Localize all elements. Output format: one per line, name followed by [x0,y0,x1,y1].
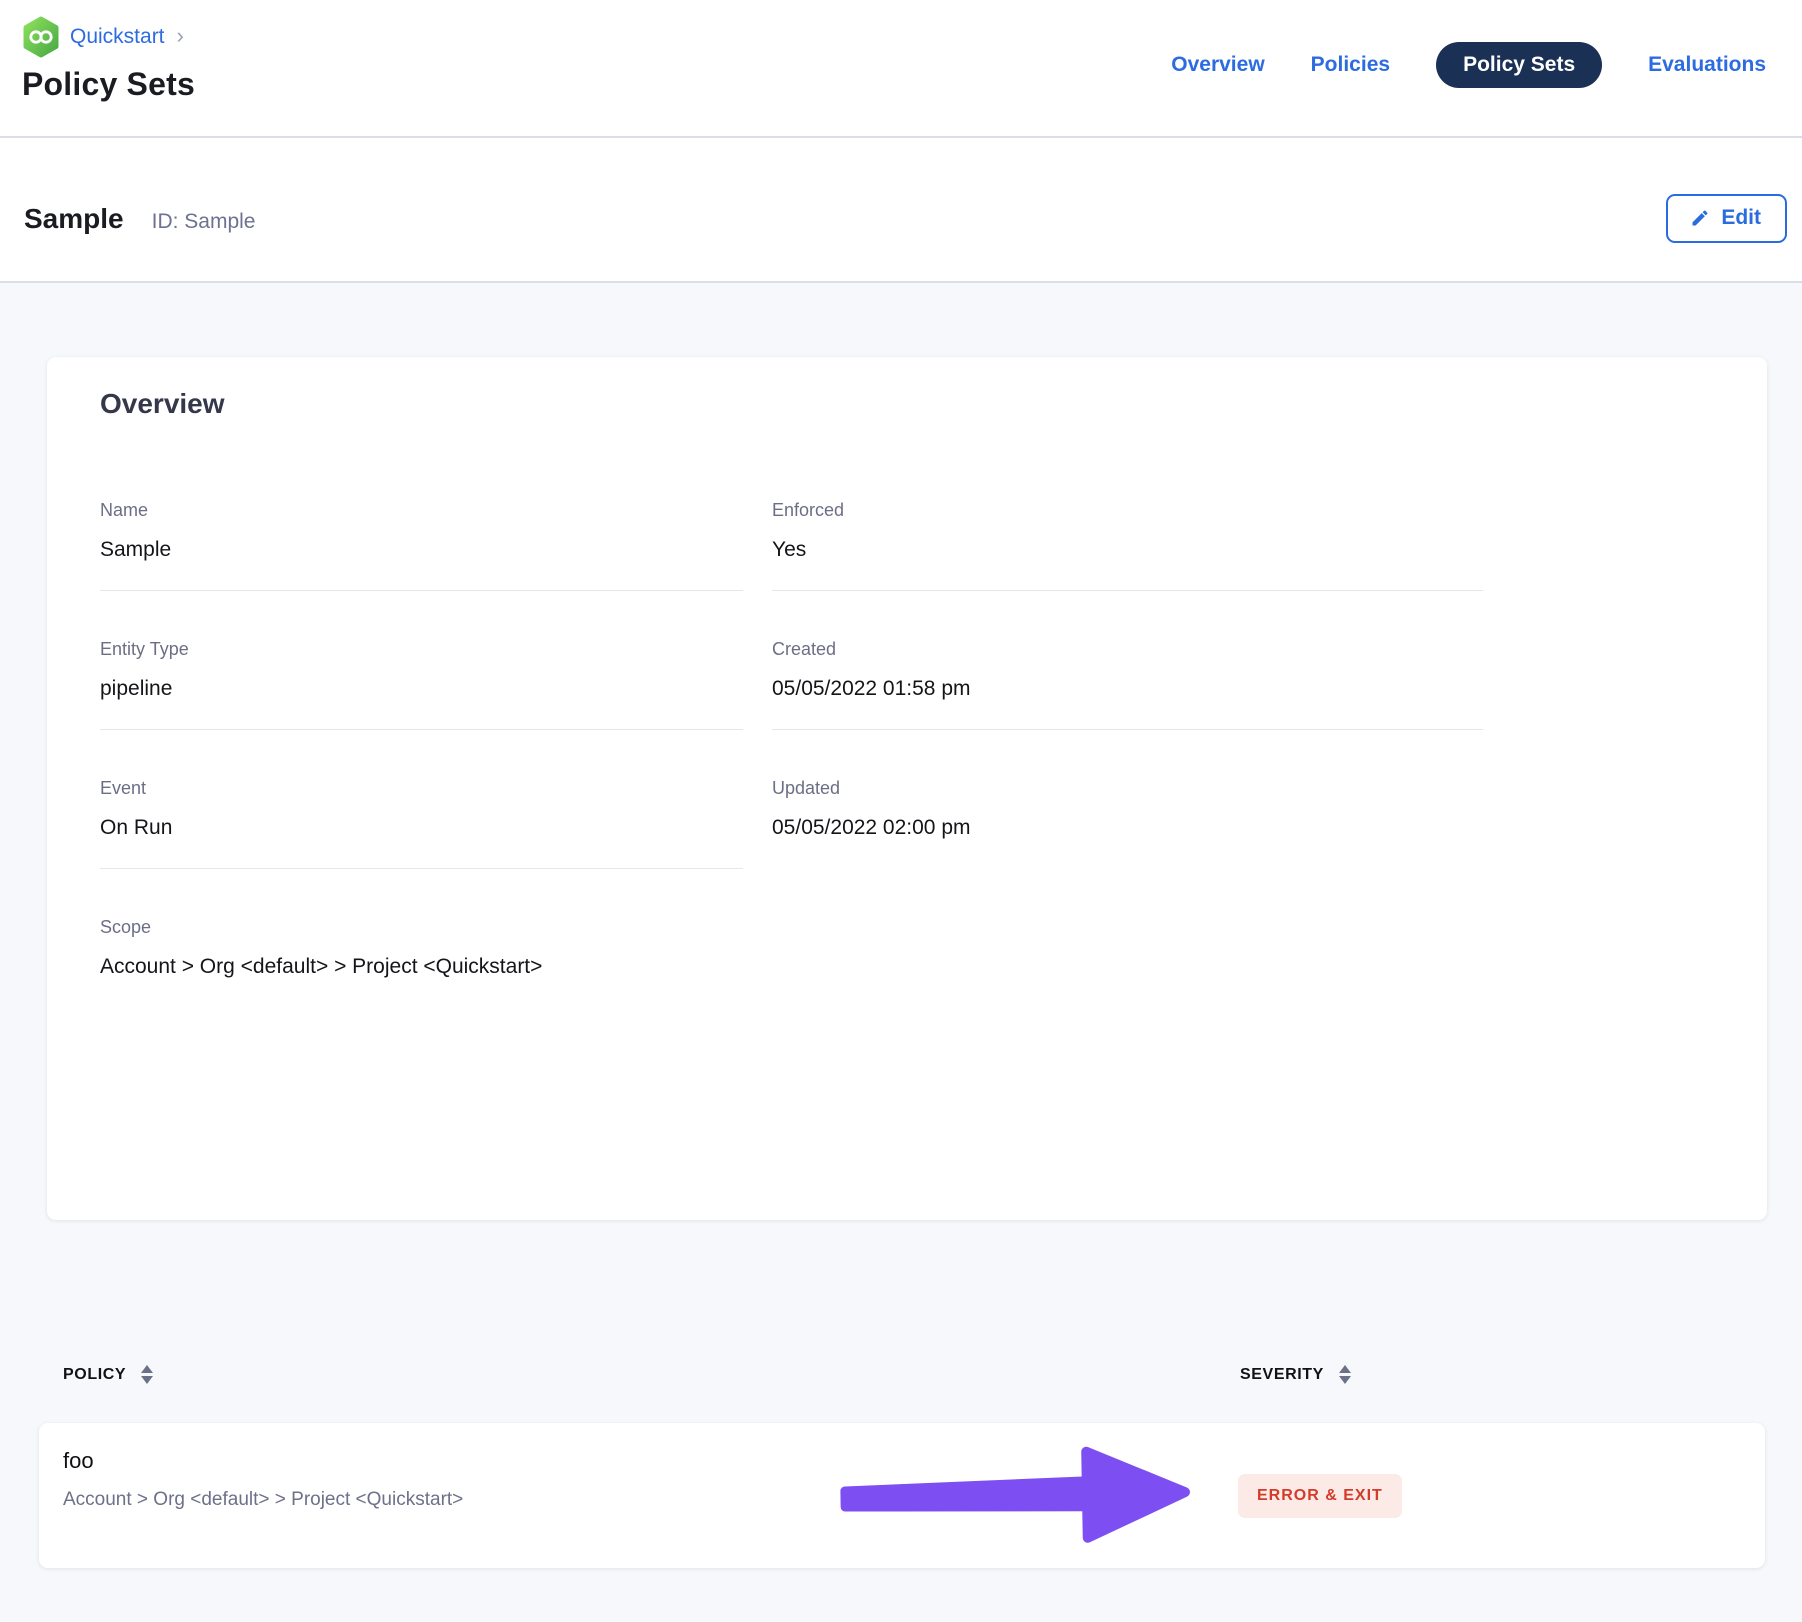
breadcrumb-title-block: Quickstart › Policy Sets [22,16,195,103]
tab-policies[interactable]: Policies [1311,53,1390,77]
overview-card: Overview Name Sample Entity Type pipelin… [47,357,1767,1220]
page-title: Policy Sets [22,66,195,103]
tab-evaluations[interactable]: Evaluations [1648,53,1766,77]
column-header-policy[interactable]: POLICY [63,1365,1240,1384]
severity-cell: ERROR & EXIT [1238,1423,1765,1568]
policy-set-name: Sample [24,203,124,235]
field-entity-type: Entity Type pipeline [100,639,743,730]
field-label: Scope [100,917,743,938]
field-value: pipeline [100,677,743,701]
sort-icon[interactable] [141,1365,153,1384]
field-value: On Run [100,816,743,840]
field-label: Updated [772,778,1483,799]
overview-card-title: Overview [100,388,1767,420]
field-label: Enforced [772,500,1483,521]
field-name: Name Sample [100,500,743,591]
field-value: Yes [772,538,1483,562]
severity-badge: ERROR & EXIT [1238,1474,1402,1518]
field-label: Created [772,639,1483,660]
content-area: Overview Name Sample Entity Type pipelin… [0,283,1802,1620]
policy-scope: Account > Org <default> > Project <Quick… [63,1489,1238,1511]
field-value: 05/05/2022 02:00 pm [772,816,1483,840]
entity-title-wrap: Sample ID: Sample [24,203,255,235]
column-header-severity[interactable]: SEVERITY [1240,1365,1765,1384]
field-value: Account > Org <default> > Project <Quick… [100,955,743,979]
policy-set-id: ID: Sample [152,210,256,234]
field-updated: Updated 05/05/2022 02:00 pm [772,778,1483,868]
policy-cell: foo Account > Org <default> > Project <Q… [63,1423,1238,1568]
tab-overview[interactable]: Overview [1171,53,1264,77]
entity-subheader: Sample ID: Sample Edit [0,138,1802,283]
table-row-policy-foo[interactable]: foo Account > Org <default> > Project <Q… [39,1423,1765,1568]
breadcrumb: Quickstart › [22,16,195,58]
field-value: 05/05/2022 01:58 pm [772,677,1483,701]
field-scope: Scope Account > Org <default> > Project … [100,917,743,1007]
pencil-icon [1690,208,1710,228]
field-event: Event On Run [100,778,743,869]
overview-fields-grid: Name Sample Entity Type pipeline Event O… [100,500,1483,1055]
field-created: Created 05/05/2022 01:58 pm [772,639,1483,730]
breadcrumb-project-link[interactable]: Quickstart [70,25,165,49]
field-label: Entity Type [100,639,743,660]
top-header: Quickstart › Policy Sets Overview Polici… [0,0,1802,138]
policies-table-header: POLICY SEVERITY [63,1365,1765,1384]
tab-policy-sets-active[interactable]: Policy Sets [1436,42,1602,88]
overview-right-column: Enforced Yes Created 05/05/2022 01:58 pm… [772,500,1483,916]
column-header-label: POLICY [63,1366,126,1384]
field-label: Event [100,778,743,799]
edit-button-label: Edit [1721,206,1761,230]
field-label: Name [100,500,743,521]
field-enforced: Enforced Yes [772,500,1483,591]
module-nav: Overview Policies Policy Sets Evaluation… [1171,42,1766,88]
edit-button[interactable]: Edit [1666,194,1787,243]
field-value: Sample [100,538,743,562]
project-pipeline-icon [22,16,60,58]
column-header-label: SEVERITY [1240,1366,1324,1384]
sort-icon[interactable] [1339,1365,1351,1384]
policy-name: foo [63,1448,1238,1474]
chevron-right-icon: › [177,23,184,49]
overview-left-column: Name Sample Entity Type pipeline Event O… [100,500,743,1055]
